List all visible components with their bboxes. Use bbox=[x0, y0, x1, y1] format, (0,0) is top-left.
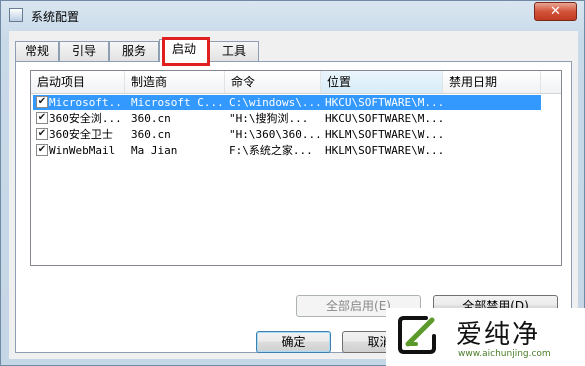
tab-services[interactable]: 服务 bbox=[109, 41, 159, 61]
column-header-startup-item[interactable]: 启动项目 bbox=[31, 71, 125, 93]
cell-disabled-date bbox=[447, 127, 537, 142]
column-header-command[interactable]: 命令 bbox=[225, 71, 321, 93]
cell-location: HKCU\SOFTWARE\M... bbox=[325, 96, 443, 109]
cell-location: HKLM\SOFTWARE\W... bbox=[325, 144, 443, 157]
window-title: 系统配置 bbox=[31, 10, 80, 24]
tab-boot[interactable]: 引导 bbox=[59, 41, 109, 61]
cell-startup-item: WinWebMail bbox=[49, 144, 116, 157]
watermark-text: 爱纯净 bbox=[456, 320, 541, 350]
ok-button[interactable]: 确定 bbox=[256, 331, 331, 353]
cell-command: "H:\360\360... bbox=[229, 128, 321, 141]
startup-row[interactable]: ✔ WinWebMail Ma Jian F:\系统之家... HKLM\SOF… bbox=[33, 143, 541, 158]
tab-tools[interactable]: 工具 bbox=[209, 41, 259, 61]
cell-startup-item: Microsoft... bbox=[49, 96, 123, 109]
watermark-overlay: 爱纯净 www.aichunjing.com bbox=[386, 308, 585, 366]
tab-general[interactable]: 常规 bbox=[15, 41, 59, 61]
aichunjing-logo-icon bbox=[398, 316, 436, 354]
startup-tab-highlight-box bbox=[162, 37, 210, 66]
cell-manufacturer: 360.cn bbox=[131, 128, 171, 141]
row-checkbox[interactable]: ✔ bbox=[36, 112, 48, 124]
startup-items-list[interactable]: 启动项目 制造商 命令 位置 禁用日期 ✔ Microsoft... Micro… bbox=[30, 70, 562, 266]
cell-startup-item: 360安全卫士 bbox=[49, 128, 113, 141]
startup-row[interactable]: ✔ Microsoft... Microsoft C... C:\windows… bbox=[33, 95, 541, 110]
cell-manufacturer: 360.cn bbox=[131, 112, 171, 125]
cell-disabled-date bbox=[447, 111, 537, 126]
cell-manufacturer: Microsoft C... bbox=[131, 96, 224, 109]
close-button[interactable]: ✕ bbox=[534, 2, 577, 21]
cell-disabled-date bbox=[447, 143, 537, 158]
startup-row[interactable]: ✔ 360安全浏... 360.cn "H:\搜狗浏... HKCU\SOFTW… bbox=[33, 111, 541, 126]
row-checkbox[interactable]: ✔ bbox=[36, 144, 48, 156]
msconfig-icon bbox=[9, 8, 23, 22]
cell-command: "H:\搜狗浏... bbox=[229, 112, 309, 125]
startup-row[interactable]: ✔ 360安全卫士 360.cn "H:\360\360... HKLM\SOF… bbox=[33, 127, 541, 142]
cell-disabled-date bbox=[447, 95, 537, 110]
watermark-url: www.aichunjing.com bbox=[458, 349, 551, 359]
title-bar[interactable]: 系统配置 ✕ bbox=[1, 1, 584, 29]
column-header-location[interactable]: 位置 bbox=[321, 71, 443, 93]
column-header-manufacturer[interactable]: 制造商 bbox=[125, 71, 225, 93]
cell-location: HKCU\SOFTWARE\M... bbox=[325, 112, 443, 125]
list-header: 启动项目 制造商 命令 位置 禁用日期 bbox=[31, 71, 561, 94]
cell-command: C:\windows\... bbox=[229, 96, 321, 109]
cell-location: HKLM\SOFTWARE\W... bbox=[325, 128, 443, 141]
cell-startup-item: 360安全浏... bbox=[49, 112, 122, 125]
cell-command: F:\系统之家... bbox=[229, 144, 313, 157]
row-checkbox[interactable]: ✔ bbox=[36, 96, 48, 108]
row-checkbox[interactable]: ✔ bbox=[36, 128, 48, 140]
column-header-disabled-date[interactable]: 禁用日期 bbox=[443, 71, 541, 93]
cell-manufacturer: Ma Jian bbox=[131, 144, 178, 157]
